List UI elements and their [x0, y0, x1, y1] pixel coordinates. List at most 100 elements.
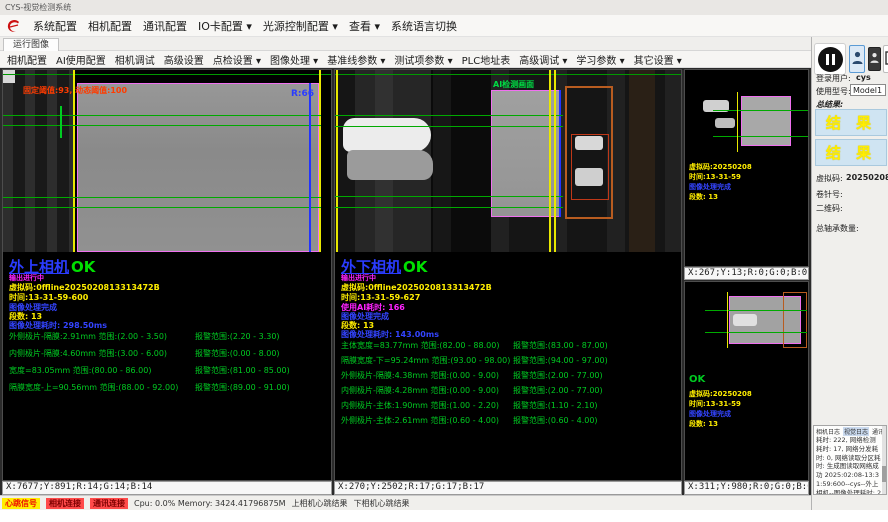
lower-camera-view[interactable]: AI检测画面 外下相机OK 输出进行中 虚拟码:0ffline202502081…	[334, 69, 682, 481]
log-area[interactable]: 相机日志 视觉日志 通讯日志 耗时: 222, 网络检测耗时: 17, 网络分发…	[813, 425, 887, 495]
middle-green-line-1	[335, 115, 563, 116]
preview-upper-text: 虚拟码:20250208	[689, 162, 752, 172]
middle-yellow-edge-line	[336, 70, 338, 252]
needle-number-label: 卷针号:	[816, 189, 843, 200]
window-titlebar: CYS-视觉检测系统	[0, 0, 888, 15]
preview-upper-view[interactable]: 虚拟码:20250208 时间:13-31-59 图像处理完成 段数: 13	[684, 69, 809, 267]
preview-upper-coordinates-bar: X:267;Y:13;R:0;G:0;B:0	[684, 267, 809, 280]
toolbar-item-learning-params[interactable]: 学习参数 ▾	[576, 52, 624, 67]
left-green-line-4	[3, 207, 321, 208]
preview-lower-text: 虚拟码:20250208	[689, 389, 752, 399]
application-window: CYS-视觉检测系统 系统配置 相机配置 通讯配置 IO卡配置 ▾ 光源控制配置…	[0, 0, 888, 522]
left-measurement-row: 宽度=83.05mm 范围:(80.00 - 86.00)报警范围:(81.00…	[9, 365, 327, 376]
left-camera-image[interactable]: 固定阈值:93, 动态阈值:100 R:66	[3, 70, 331, 252]
middle-bright-spot-2	[575, 168, 603, 186]
user-icon	[852, 51, 863, 67]
heartbeat-badge: 心跳信号	[2, 498, 40, 509]
left-result-info: 外上相机OK 输出进行中 虚拟码:0ffline2025020813313472…	[3, 252, 331, 480]
left-green-line-2	[3, 125, 321, 126]
preview-lower-text: 图像处理完成	[689, 409, 731, 419]
login-user-value: cys	[856, 73, 871, 82]
camera-link-badge: 相机连接	[46, 498, 84, 509]
left-camera-status: OK	[71, 258, 95, 276]
lower-measurement-row: 内侧极片-隔膜:4.28mm 范围:(0.00 - 9.00)报警范围:(2.0…	[341, 385, 677, 396]
log-tab-vision[interactable]: 视觉日志	[843, 427, 869, 436]
left-product-region	[77, 83, 319, 252]
preview-upper-text: 段数: 13	[689, 192, 718, 202]
left-image-background	[3, 70, 75, 252]
left-measurement-row: 外侧极片-隔膜:2.91mm 范围:(2.00 - 3.50)报警范围:(2.2…	[9, 331, 327, 342]
preview-upper-text: 图像处理完成	[689, 182, 731, 192]
toolbar: 相机配置 AI使用配置 相机调试 高级设置 点检设置 ▾ 图像处理 ▾ 基准线参…	[0, 51, 811, 68]
model-select[interactable]: Model1	[850, 84, 886, 96]
status-bar: 心跳信号 相机连接 通讯连接 Cpu: 0.0% Memory: 3424.41…	[0, 495, 811, 510]
left-coordinates-bar: X:7677;Y:891;R:14;G:14;B:14	[2, 481, 332, 495]
left-green-line-3	[3, 197, 321, 198]
operator-mode-button[interactable]	[849, 45, 865, 73]
toolbar-item-advanced-settings[interactable]: 高级设置	[164, 52, 204, 67]
menu-item-language-switch[interactable]: 系统语言切换	[391, 18, 457, 34]
result-indicator-2: 结 果	[815, 139, 887, 166]
comm-link-badge: 通讯连接	[90, 498, 128, 509]
menu-item-comm-config[interactable]: 通讯配置	[143, 18, 187, 34]
toolbar-item-spot-check[interactable]: 点检设置 ▾	[213, 52, 261, 67]
window-title: CYS-视觉检测系统	[5, 3, 71, 12]
toolbar-item-camera-debug[interactable]: 相机调试	[115, 52, 155, 67]
left-image-highlight	[3, 70, 15, 83]
middle-green-line-3	[335, 196, 563, 197]
middle-image-top-guide-line	[335, 74, 681, 75]
menu-item-system-config[interactable]: 系统配置	[33, 18, 77, 34]
lower-measurement-row: 隔膜宽度-下=95.24mm 范围:(93.00 - 98.00)报警范围:(9…	[341, 355, 677, 366]
left-measurement-row: 隔膜宽度-上=90.56mm 范围:(88.00 - 92.00)报警范围:(8…	[9, 382, 327, 393]
toolbar-item-camera-config[interactable]: 相机配置	[7, 52, 47, 67]
left-blue-measure-line	[309, 83, 311, 252]
middle-green-line-4	[335, 207, 563, 208]
log-tab-bar: 相机日志 视觉日志 通讯日志	[815, 427, 887, 436]
menu-item-view[interactable]: 查看 ▾	[349, 18, 380, 34]
preview-lower-status: OK	[689, 374, 705, 385]
preview-lower-text: 时间:13-31-59	[689, 399, 741, 409]
left-yellow-edge-line-1	[73, 70, 75, 252]
lower-coordinates-bar: X:270;Y:2502;R:17;G:17;B:17	[334, 481, 682, 495]
middle-bright-spot-1	[575, 136, 603, 150]
tab-run-image[interactable]: 运行图像	[3, 38, 59, 52]
log-scrollbar[interactable]	[882, 426, 886, 494]
toolbar-item-test-params[interactable]: 测试项参数 ▾	[394, 52, 452, 67]
lower-camera-image[interactable]: AI检测画面	[335, 70, 681, 252]
left-threshold-label: 固定阈值:93, 动态阈值:100	[23, 85, 127, 96]
login-user-label: 登录用户:	[816, 73, 851, 84]
preview-lower-view[interactable]: OK 虚拟码:20250208 时间:13-31-59 图像处理完成 段数: 1…	[684, 281, 809, 481]
app-logo-icon	[5, 17, 22, 34]
preview-upper-product	[741, 96, 791, 146]
middle-green-line-2	[335, 126, 563, 127]
log-text: 耗时: 222, 网络检测耗时: 17, 网络分发耗时: 0, 网络读取分区耗时…	[816, 436, 882, 495]
toolbar-item-image-processing[interactable]: 图像处理 ▾	[270, 52, 318, 67]
pause-button[interactable]	[814, 43, 846, 75]
exit-button[interactable]	[883, 45, 888, 73]
total-count-label: 总轴承数量:	[816, 223, 859, 234]
lower-measurement-row: 外侧极片-主体:2.61mm 范围:(0.60 - 4.00)报警范围:(0.6…	[341, 415, 677, 426]
left-green-line-1	[3, 115, 321, 116]
middle-yellow-line-2	[554, 70, 556, 252]
toolbar-item-ai-config[interactable]: AI使用配置	[56, 52, 106, 67]
left-green-tick	[60, 106, 62, 138]
admin-mode-button[interactable]	[868, 47, 881, 71]
middle-yellow-line-1	[549, 70, 551, 252]
preview-lower-spot	[733, 314, 757, 326]
toolbar-item-plc-address[interactable]: PLC地址表	[462, 52, 511, 67]
preview-upper-green-line-2	[713, 136, 809, 137]
menu-item-light-config[interactable]: 光源控制配置 ▾	[263, 18, 338, 34]
left-camera-view[interactable]: 固定阈值:93, 动态阈值:100 R:66 外上相机OK 输出进行中 虚拟码:…	[2, 69, 332, 481]
menu-item-camera-config[interactable]: 相机配置	[88, 18, 132, 34]
preview-lower-green-line-2	[705, 332, 807, 333]
left-image-top-guide-line	[3, 74, 331, 75]
preview-upper-yellow-line	[737, 92, 738, 152]
log-tab-camera[interactable]: 相机日志	[815, 427, 841, 436]
menu-item-io-config[interactable]: IO卡配置 ▾	[198, 18, 252, 34]
middle-blue-measure-line	[559, 90, 561, 217]
tab-bar: 运行图像	[0, 37, 811, 51]
toolbar-item-baseline-params[interactable]: 基准线参数 ▾	[327, 52, 385, 67]
toolbar-item-advanced-debug[interactable]: 高级调试 ▾	[519, 52, 567, 67]
left-process-time: 图像处理耗时: 298.50ms	[9, 320, 107, 331]
toolbar-item-other-settings[interactable]: 其它设置 ▾	[634, 52, 682, 67]
